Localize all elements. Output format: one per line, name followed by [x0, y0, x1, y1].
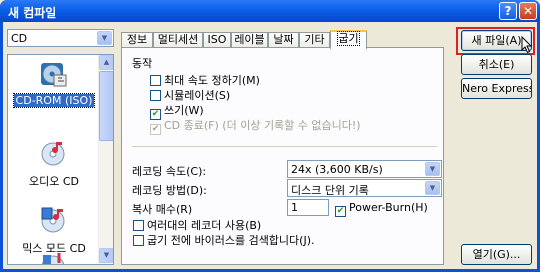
- virus-check-label: 굽기 전에 바이러스를 검색합니다(J).: [147, 234, 315, 247]
- list-item[interactable]: CD-ROM (ISO): [8, 59, 100, 108]
- simulation-checkbox[interactable]: 시뮬레이션(S): [150, 87, 230, 103]
- multi-recorder-label: 여러대의 레코더 사용(B): [147, 219, 262, 232]
- finalize-cd-checkbox: ✔ CD 종료(F) (더 이상 기록할 수 없습니다!): [150, 117, 361, 135]
- help-button[interactable]: ?: [499, 2, 517, 20]
- open-button[interactable]: 열기(G)...: [461, 244, 532, 265]
- dialog-client: CD ▼ CD-ROM (ISO) 오디오 CD 믹스 모드 CD ▲ ▼ 정보…: [3, 22, 537, 269]
- finalize-cd-label: CD 종료(F) (더 이상 기록할 수 없습니다!): [164, 119, 361, 132]
- speed-select[interactable]: 24x (3,600 KB/s) ▼: [287, 160, 442, 178]
- power-burn-checkbox[interactable]: ✔ Power-Burn(H): [335, 201, 428, 217]
- check-icon: ✔: [150, 124, 161, 135]
- chevron-down-icon: ▼: [425, 181, 440, 195]
- device-select[interactable]: CD ▼: [7, 29, 114, 47]
- checkbox-box: [150, 90, 161, 101]
- method-value: 디스크 단위 기록: [291, 184, 369, 197]
- list-scrollbar[interactable]: ▲ ▼: [98, 55, 113, 264]
- tab-burn[interactable]: 굽기: [330, 30, 367, 49]
- tab-burn-label: 굽기: [337, 31, 360, 46]
- max-speed-checkbox[interactable]: 최대 속도 정하기(M): [150, 72, 260, 88]
- burn-tab-panel: 동작 최대 속도 정하기(M) 시뮬레이션(S) ✔ 쓰기(W) ✔ CD 종료(F…: [121, 47, 444, 265]
- speed-value: 24x (3,600 KB/s): [291, 163, 383, 176]
- cd-icon: [41, 253, 65, 264]
- power-burn-label: Power-Burn(H): [349, 201, 428, 214]
- tab-misc[interactable]: 기타: [299, 32, 330, 48]
- check-icon: ✔: [335, 206, 346, 217]
- disc-iso-icon: [41, 63, 67, 87]
- project-type-list[interactable]: CD-ROM (ISO) 오디오 CD 믹스 모드 CD ▲ ▼: [7, 54, 114, 265]
- max-speed-label: 최대 속도 정하기(M): [164, 74, 260, 87]
- mouse-cursor-icon: [521, 36, 533, 54]
- scroll-up-icon[interactable]: ▲: [99, 55, 113, 70]
- window-title: 새 컴파일: [8, 6, 57, 20]
- tab-label[interactable]: 레이블: [231, 32, 268, 48]
- action-group-title: 동작: [132, 57, 153, 70]
- chevron-down-icon: ▼: [97, 31, 112, 45]
- virus-check-checkbox[interactable]: 굽기 전에 바이러스를 검색합니다(J).: [133, 232, 315, 248]
- close-button[interactable]: ✕: [519, 2, 537, 20]
- tab-iso[interactable]: ISO: [203, 32, 231, 48]
- simulation-label: 시뮬레이션(S): [164, 89, 231, 102]
- mixed-mode-cd-icon: [41, 207, 65, 233]
- device-select-value: CD: [11, 32, 28, 45]
- multi-recorder-checkbox[interactable]: 여러대의 레코더 사용(B): [133, 217, 261, 233]
- scroll-thumb[interactable]: [99, 71, 113, 141]
- list-item-label: CD-ROM (ISO): [12, 93, 96, 108]
- tab-date[interactable]: 날짜: [268, 32, 299, 48]
- title-bar[interactable]: 새 컴파일 ? ✕: [0, 0, 540, 22]
- list-item-label: 오디오 CD: [28, 175, 79, 188]
- method-select[interactable]: 디스크 단위 기록 ▼: [287, 179, 442, 197]
- scroll-down-icon[interactable]: ▼: [99, 248, 113, 263]
- list-item[interactable]: 오디오 CD: [8, 138, 100, 189]
- checkbox-box: [133, 220, 144, 231]
- tab-info[interactable]: 정보: [121, 32, 153, 48]
- new-compilation-window: 새 컴파일 ? ✕ CD ▼ CD-ROM (ISO) 오디오 CD 믹스 모드…: [0, 0, 540, 272]
- nero-express-button[interactable]: Nero Express(I: [461, 78, 532, 99]
- checkbox-box: [150, 75, 161, 86]
- list-item[interactable]: [8, 251, 100, 264]
- audio-cd-icon: [41, 140, 65, 166]
- copies-input[interactable]: 1: [287, 199, 329, 216]
- chevron-down-icon: ▼: [425, 162, 440, 176]
- write-label: 쓰기(W): [164, 104, 204, 117]
- method-label: 레코딩 방법(D):: [132, 184, 207, 197]
- cancel-button[interactable]: 취소(E): [461, 54, 532, 75]
- checkbox-box: [133, 235, 144, 246]
- list-item[interactable]: 믹스 모드 CD: [8, 205, 100, 256]
- divider: [132, 146, 437, 147]
- speed-label: 레코딩 속도(C):: [132, 165, 207, 178]
- tab-multisession[interactable]: 멀티세션: [153, 32, 203, 48]
- copies-label: 복사 매수(R): [132, 203, 193, 216]
